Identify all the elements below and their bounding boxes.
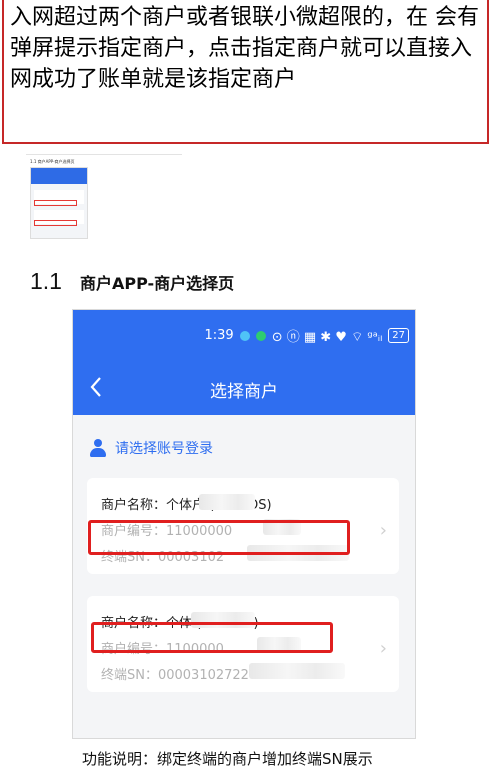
wechat-dot-icon <box>255 330 266 341</box>
login-prompt: 请选择账号登录 <box>89 438 213 458</box>
redaction <box>199 494 255 510</box>
note-box: 入网超过两个商户或者银联小微超限的，在 会有弹屏提示指定商户，点击指定商户就可以… <box>2 0 489 144</box>
notification-dot-icon <box>239 330 250 341</box>
section-heading: 1.1 商户APP-商户选择页 <box>30 268 234 298</box>
navigation-bar: 选择商户 <box>73 360 415 415</box>
thumbnail-header <box>31 168 87 184</box>
page-title: 选择商户 <box>210 382 278 402</box>
thumbnail-highlight <box>34 220 77 226</box>
status-time: 1:39 <box>204 328 234 343</box>
login-prompt-label: 请选择账号登录 <box>115 441 213 457</box>
thumbnail-title: 1.1 商户APP-商户选择页 <box>30 159 75 164</box>
function-caption: 功能说明：绑定终端的商户增加终端SN展示 <box>82 750 373 768</box>
sn-highlight-box <box>88 520 350 555</box>
thumbnail-highlight <box>34 200 77 206</box>
thumbnail-preview: 1.1 商户APP-商户选择页 <box>26 154 182 239</box>
status-icons: 1:39 ⊙ ⓝ ▦ ✱ ♥ ⌔ ᵍᵃᵢₗ 27 <box>204 326 409 345</box>
battery-icon: 27 <box>388 328 409 343</box>
note-text: 入网超过两个商户或者银联小微超限的，在 会有弹屏提示指定商户，点击指定商户就可以… <box>10 5 479 92</box>
sn-highlight-box <box>91 622 333 653</box>
terminal-sn: 终端SN：00003102722 <box>101 668 249 683</box>
redaction <box>249 663 345 679</box>
status-bar: 1:39 ⊙ ⓝ ▦ ✱ ♥ ⌔ ᵍᵃᵢₗ 27 <box>73 310 415 360</box>
signal-icons: ⊙ ⓝ ▦ ✱ ♥ ⌔ ᵍᵃᵢₗ <box>271 330 383 345</box>
user-icon <box>89 439 107 457</box>
section-number: 1.1 <box>30 268 62 294</box>
chevron-right-icon: › <box>379 520 387 541</box>
chevron-right-icon: › <box>379 638 387 659</box>
section-title: 商户APP-商户选择页 <box>79 274 235 293</box>
thumbnail-phone <box>30 167 88 239</box>
